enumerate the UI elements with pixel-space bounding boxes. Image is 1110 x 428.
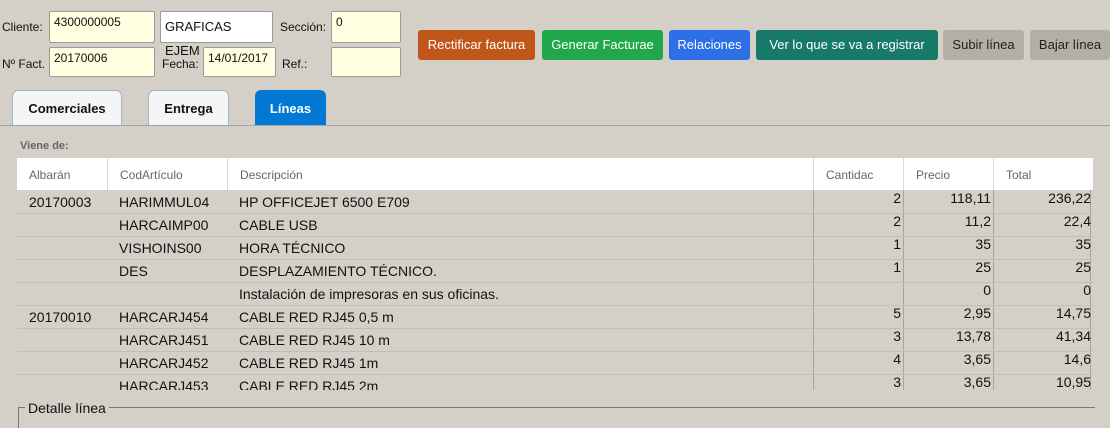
cell-descripcion: CABLE RED RJ45 0,5 m [239, 309, 394, 325]
grid-scrollbar[interactable] [1090, 160, 1108, 390]
cell-albaran: 20170010 [29, 309, 92, 325]
cell-descripcion: CABLE RED RJ45 2m [239, 378, 379, 390]
cell-cantidad: 1 [893, 259, 901, 275]
cell-total: 236,22 [1048, 190, 1091, 206]
cell-total: 22,4 [1063, 213, 1091, 229]
cell-cantidad: 3 [893, 328, 901, 344]
generar-facturae-button[interactable]: Generar Facturae [542, 30, 663, 60]
cliente-code-field[interactable]: 4300000005 [49, 11, 155, 43]
ver-registro-button[interactable]: Ver lo que se va a registrar [756, 30, 938, 60]
cell-precio: 118,11 [950, 190, 991, 206]
cell-codarticulo: VISHOINS00 [119, 240, 202, 256]
cell-codarticulo: HARCARJ454 [119, 309, 209, 325]
detalle-linea-label: Detalle línea [25, 400, 109, 416]
cell-albaran [29, 259, 107, 282]
cell-codarticulo: HARIMMUL04 [119, 194, 210, 210]
col-codarticulo-header[interactable]: CodArtículo [107, 158, 227, 190]
cell-total: 14,6 [1063, 351, 1091, 367]
viene-de-label: Viene de: [20, 140, 69, 152]
table-row[interactable]: 20170003 HARIMMUL04 HP OFFICEJET 6500 E7… [17, 190, 1093, 214]
cell-total: 14,75 [1055, 305, 1091, 321]
cell-descripcion: Instalación de impresoras en sus oficina… [239, 286, 499, 302]
cell-total: 35 [1075, 236, 1091, 252]
lines-grid: Albarán CodArtículo Descripción Cantidac… [17, 158, 1093, 390]
detalle-linea-group: Detalle línea [18, 400, 1095, 428]
cell-precio: 3,65 [963, 374, 991, 390]
table-row[interactable]: Instalación de impresoras en sus oficina… [17, 282, 1093, 306]
subir-linea-button[interactable]: Subir línea [943, 30, 1024, 60]
cell-albaran [29, 328, 107, 351]
cell-descripcion: CABLE RED RJ45 10 m [239, 332, 390, 348]
table-row[interactable]: DES DESPLAZAMIENTO TÉCNICO. 1 25 25 [17, 259, 1093, 283]
cell-precio: 11,2 [964, 213, 991, 229]
cell-precio: 0 [983, 282, 991, 298]
table-row[interactable]: VISHOINS00 HORA TÉCNICO 1 35 35 [17, 236, 1093, 260]
col-descripcion-header[interactable]: Descripción [227, 158, 813, 190]
cell-descripcion: CABLE RED RJ45 1m [239, 355, 379, 371]
cell-total: 0 [1083, 282, 1091, 298]
tab-comerciales[interactable]: Comerciales [12, 90, 122, 126]
cell-codarticulo: HARCARJ451 [119, 332, 209, 348]
fecha-label: Fecha: [162, 57, 199, 71]
cell-albaran [29, 282, 107, 305]
cell-albaran [29, 374, 107, 390]
cell-total: 25 [1075, 259, 1091, 275]
col-precio-header[interactable]: Precio [903, 158, 993, 190]
cell-descripcion: HP OFFICEJET 6500 E709 [239, 194, 410, 210]
ref-label: Ref.: [282, 57, 308, 71]
cell-albaran: 20170003 [29, 194, 92, 210]
nfact-field[interactable]: 20170006 [49, 47, 155, 77]
cell-total: 10,95 [1055, 374, 1091, 390]
cell-precio: 13,78 [955, 328, 991, 344]
cell-cantidad: 2 [893, 213, 901, 229]
cell-codarticulo: DES [119, 263, 148, 279]
seccion-label: Sección: [280, 20, 327, 34]
cell-cantidad: 4 [893, 351, 901, 367]
rectificar-factura-button[interactable]: Rectificar factura [418, 30, 535, 60]
table-row[interactable]: 20170010 HARCARJ454 CABLE RED RJ45 0,5 m… [17, 305, 1093, 329]
seccion-field[interactable]: 0 [331, 11, 401, 43]
cell-albaran [29, 213, 107, 236]
cell-precio: 25 [975, 259, 991, 275]
table-row[interactable]: HARCARJ453 CABLE RED RJ45 2m 3 3,65 10,9… [17, 374, 1093, 390]
cliente-name-field[interactable]: GRAFICAS EJEM [160, 11, 273, 58]
cell-cantidad [813, 282, 903, 305]
cell-codarticulo: HARCAIMP00 [119, 217, 209, 233]
col-albaran-header[interactable]: Albarán [17, 158, 107, 190]
col-total-header[interactable]: Total [993, 158, 1093, 190]
nfact-label: Nº Fact. [2, 57, 46, 71]
cell-cantidad: 1 [893, 236, 901, 252]
cell-descripcion: CABLE USB [239, 217, 318, 233]
cell-precio: 2,95 [963, 305, 991, 321]
table-row[interactable]: HARCAIMP00 CABLE USB 2 11,2 22,4 [17, 213, 1093, 237]
relaciones-button[interactable]: Relaciones [669, 30, 750, 60]
cell-albaran [29, 351, 107, 374]
cell-precio: 35 [975, 236, 991, 252]
cell-codarticulo: HARCARJ453 [119, 378, 209, 390]
cell-cantidad: 3 [893, 374, 901, 390]
col-cantidad-header[interactable]: Cantidac [813, 158, 903, 190]
table-row[interactable]: HARCARJ451 CABLE RED RJ45 10 m 3 13,78 4… [17, 328, 1093, 352]
cell-codarticulo: HARCARJ452 [119, 355, 209, 371]
cell-albaran [29, 236, 107, 259]
cell-descripcion: HORA TÉCNICO [239, 240, 346, 256]
tab-divider [0, 125, 1110, 126]
cell-precio: 3,65 [963, 351, 991, 367]
cell-codarticulo [119, 282, 227, 305]
cliente-label: Cliente: [2, 20, 43, 34]
bajar-linea-button[interactable]: Bajar línea [1030, 30, 1110, 60]
tab-entrega[interactable]: Entrega [148, 90, 229, 126]
cell-descripcion: DESPLAZAMIENTO TÉCNICO. [239, 263, 437, 279]
table-row[interactable]: HARCARJ452 CABLE RED RJ45 1m 4 3,65 14,6 [17, 351, 1093, 375]
fecha-field[interactable]: 14/01/2017 [203, 47, 276, 77]
tab-lineas[interactable]: Líneas [255, 90, 326, 126]
cell-cantidad: 2 [893, 190, 901, 206]
grid-header: Albarán CodArtículo Descripción Cantidac… [17, 158, 1093, 190]
cell-total: 41,34 [1055, 328, 1091, 344]
cell-cantidad: 5 [893, 305, 901, 321]
ref-field[interactable] [331, 47, 401, 77]
